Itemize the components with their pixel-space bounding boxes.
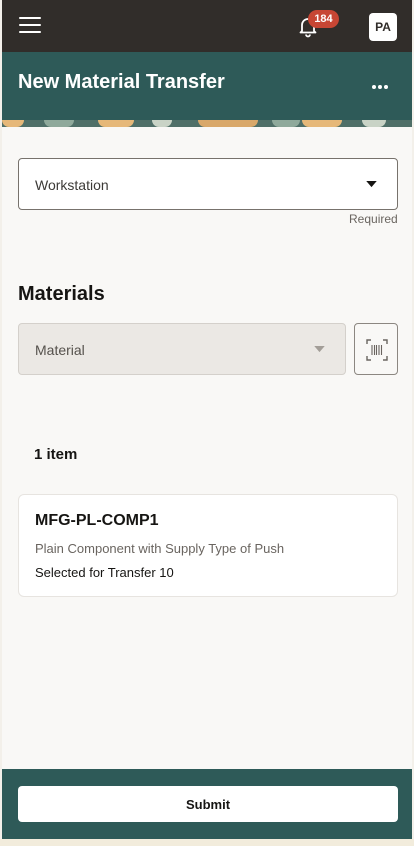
workstation-label: Workstation [35, 177, 109, 193]
user-avatar[interactable]: PA [369, 13, 397, 41]
more-horizontal-icon[interactable] [362, 74, 398, 98]
submit-button[interactable]: Submit [18, 786, 398, 822]
notification-badge: 184 [308, 10, 339, 28]
material-description: Plain Component with Supply Type of Push [35, 541, 285, 556]
workstation-select[interactable]: Workstation [18, 158, 398, 210]
header-decoration [2, 120, 412, 127]
material-transfer-status: Selected for Transfer 10 [35, 565, 174, 580]
item-count: 1 item [34, 446, 78, 463]
caret-down-icon [314, 346, 325, 353]
materials-section-title: Materials [18, 283, 105, 305]
app-frame: 184 PA New Material Transfer Workstation… [2, 0, 412, 846]
material-item-card[interactable]: MFG-PL-COMP1 Plain Component with Supply… [18, 494, 398, 597]
top-bar: 184 PA [2, 0, 412, 52]
material-code: MFG-PL-COMP1 [35, 512, 159, 529]
page-header: New Material Transfer [2, 52, 412, 120]
page-title: New Material Transfer [18, 71, 225, 93]
bottom-strip [0, 839, 414, 846]
required-helper-text: Required [349, 212, 398, 226]
footer-bar: Submit [2, 769, 412, 839]
barcode-scan-icon [366, 339, 388, 361]
barcode-scan-button[interactable] [354, 323, 398, 375]
material-label: Material [35, 342, 85, 358]
hamburger-icon[interactable] [19, 17, 41, 35]
material-select[interactable]: Material [18, 323, 346, 375]
caret-down-icon [366, 181, 377, 188]
